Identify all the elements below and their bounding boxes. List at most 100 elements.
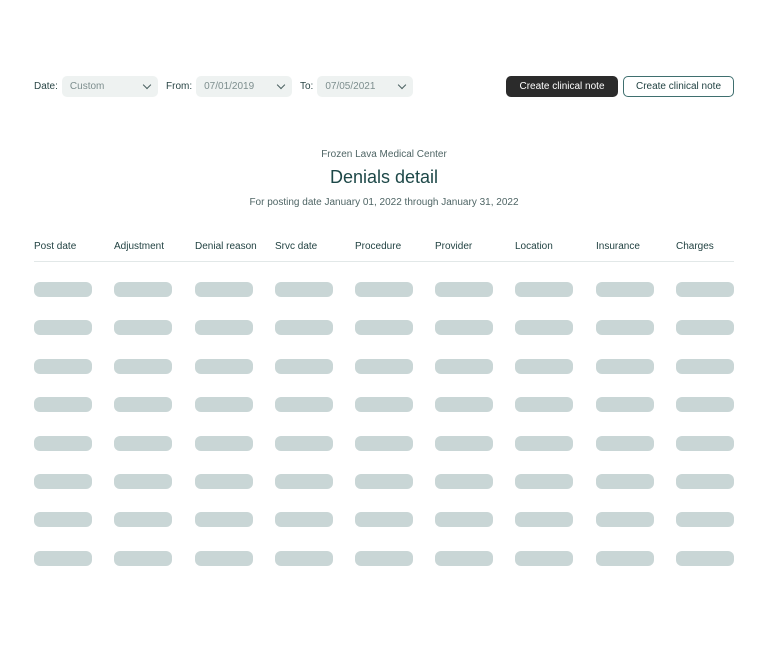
skeleton-cell (114, 397, 172, 413)
skeleton-cell (596, 282, 654, 297)
column-header: Procedure (355, 241, 402, 252)
skeleton-cell (355, 320, 413, 336)
from-filter: From: 07/01/2019 (166, 76, 293, 97)
create-clinical-note-button[interactable]: Create clinical note (506, 76, 618, 97)
from-date-select[interactable]: 07/01/2019 (196, 76, 293, 97)
skeleton-cell (114, 474, 172, 489)
skeleton-cell (676, 282, 734, 297)
to-date-select[interactable]: 07/05/2021 (317, 76, 414, 97)
organization-name: Frozen Lava Medical Center (321, 149, 447, 160)
create-clinical-note-outline-button[interactable]: Create clinical note (623, 76, 734, 97)
skeleton-cell (676, 320, 734, 336)
skeleton-cell (355, 282, 413, 297)
skeleton-cell (195, 397, 253, 413)
skeleton-cell (114, 512, 172, 528)
to-value: 07/05/2021 (325, 81, 376, 92)
skeleton-cell (355, 550, 413, 566)
skeleton-cell (435, 512, 493, 528)
skeleton-cell (34, 512, 92, 528)
to-label: To: (300, 81, 314, 92)
skeleton-cell (195, 474, 253, 489)
skeleton-cell (355, 397, 413, 413)
skeleton-cell (275, 474, 333, 489)
skeleton-cell (435, 435, 493, 451)
skeleton-cell (515, 320, 573, 336)
skeleton-cell (275, 550, 333, 566)
skeleton-cell (596, 474, 654, 489)
column-header: Post date (34, 241, 77, 252)
skeleton-cell (596, 550, 654, 566)
column-header: Provider (435, 241, 473, 252)
skeleton-cell (195, 320, 253, 336)
skeleton-cell (114, 550, 172, 566)
skeleton-cell (34, 435, 92, 451)
column-header: Srvc date (275, 241, 318, 252)
skeleton-cell (114, 320, 172, 336)
skeleton-cell (596, 397, 654, 413)
skeleton-cell (275, 435, 333, 451)
skeleton-cell (275, 512, 333, 528)
column-header: Location (515, 241, 553, 252)
skeleton-cell (515, 474, 573, 489)
chevron-down-icon (398, 80, 407, 90)
skeleton-cell (195, 435, 253, 451)
skeleton-cell (435, 550, 493, 566)
skeleton-cell (34, 550, 92, 566)
skeleton-cell (34, 320, 92, 336)
skeleton-cell (34, 282, 92, 297)
skeleton-cell (676, 474, 734, 489)
from-value: 07/01/2019 (204, 81, 255, 92)
skeleton-cell (355, 358, 413, 374)
skeleton-cell (596, 435, 654, 451)
chevron-down-icon (276, 80, 286, 90)
skeleton-cell (195, 358, 253, 374)
skeleton-cell (676, 358, 734, 374)
skeleton-cell (676, 397, 734, 413)
skeleton-cell (676, 512, 734, 528)
header-divider (34, 261, 734, 262)
skeleton-cell (114, 282, 172, 297)
skeleton-cell (515, 512, 573, 528)
skeleton-cell (34, 358, 92, 374)
report-subtitle: For posting date January 01, 2022 throug… (249, 197, 519, 208)
skeleton-cell (435, 282, 493, 297)
skeleton-cell (114, 435, 172, 451)
date-filter: Date: Custom (34, 76, 158, 97)
skeleton-cell (515, 358, 573, 374)
page-title: Denials detail (329, 167, 439, 187)
skeleton-cell (676, 435, 734, 451)
to-filter: To: 07/05/2021 (300, 76, 414, 97)
skeleton-cell (275, 282, 333, 297)
skeleton-cell (114, 358, 172, 374)
skeleton-cell (34, 397, 92, 413)
skeleton-cell (596, 320, 654, 336)
date-value: Custom (69, 81, 105, 92)
skeleton-cell (355, 435, 413, 451)
date-select[interactable]: Custom (61, 76, 158, 97)
from-label: From: (166, 81, 193, 92)
skeleton-cell (435, 397, 493, 413)
skeleton-cell (596, 358, 654, 374)
skeleton-cell (596, 512, 654, 528)
skeleton-cell (195, 512, 253, 528)
skeleton-cell (515, 282, 573, 297)
skeleton-cell (676, 550, 734, 566)
column-header: Insurance (596, 241, 640, 252)
skeleton-cell (195, 282, 253, 297)
skeleton-cell (515, 550, 573, 566)
chevron-down-icon (142, 80, 152, 90)
skeleton-cell (435, 474, 493, 489)
skeleton-cell (515, 435, 573, 451)
skeleton-cell (435, 358, 493, 374)
skeleton-cell (195, 550, 253, 566)
skeleton-cell (275, 320, 333, 336)
skeleton-cell (355, 474, 413, 489)
column-header: Charges (676, 241, 714, 252)
date-label: Date: (34, 81, 58, 92)
skeleton-cell (275, 397, 333, 413)
skeleton-cell (355, 512, 413, 528)
skeleton-cell (435, 320, 493, 336)
skeleton-cell (515, 397, 573, 413)
column-header: Adjustment (114, 241, 165, 252)
skeleton-cell (34, 474, 92, 489)
